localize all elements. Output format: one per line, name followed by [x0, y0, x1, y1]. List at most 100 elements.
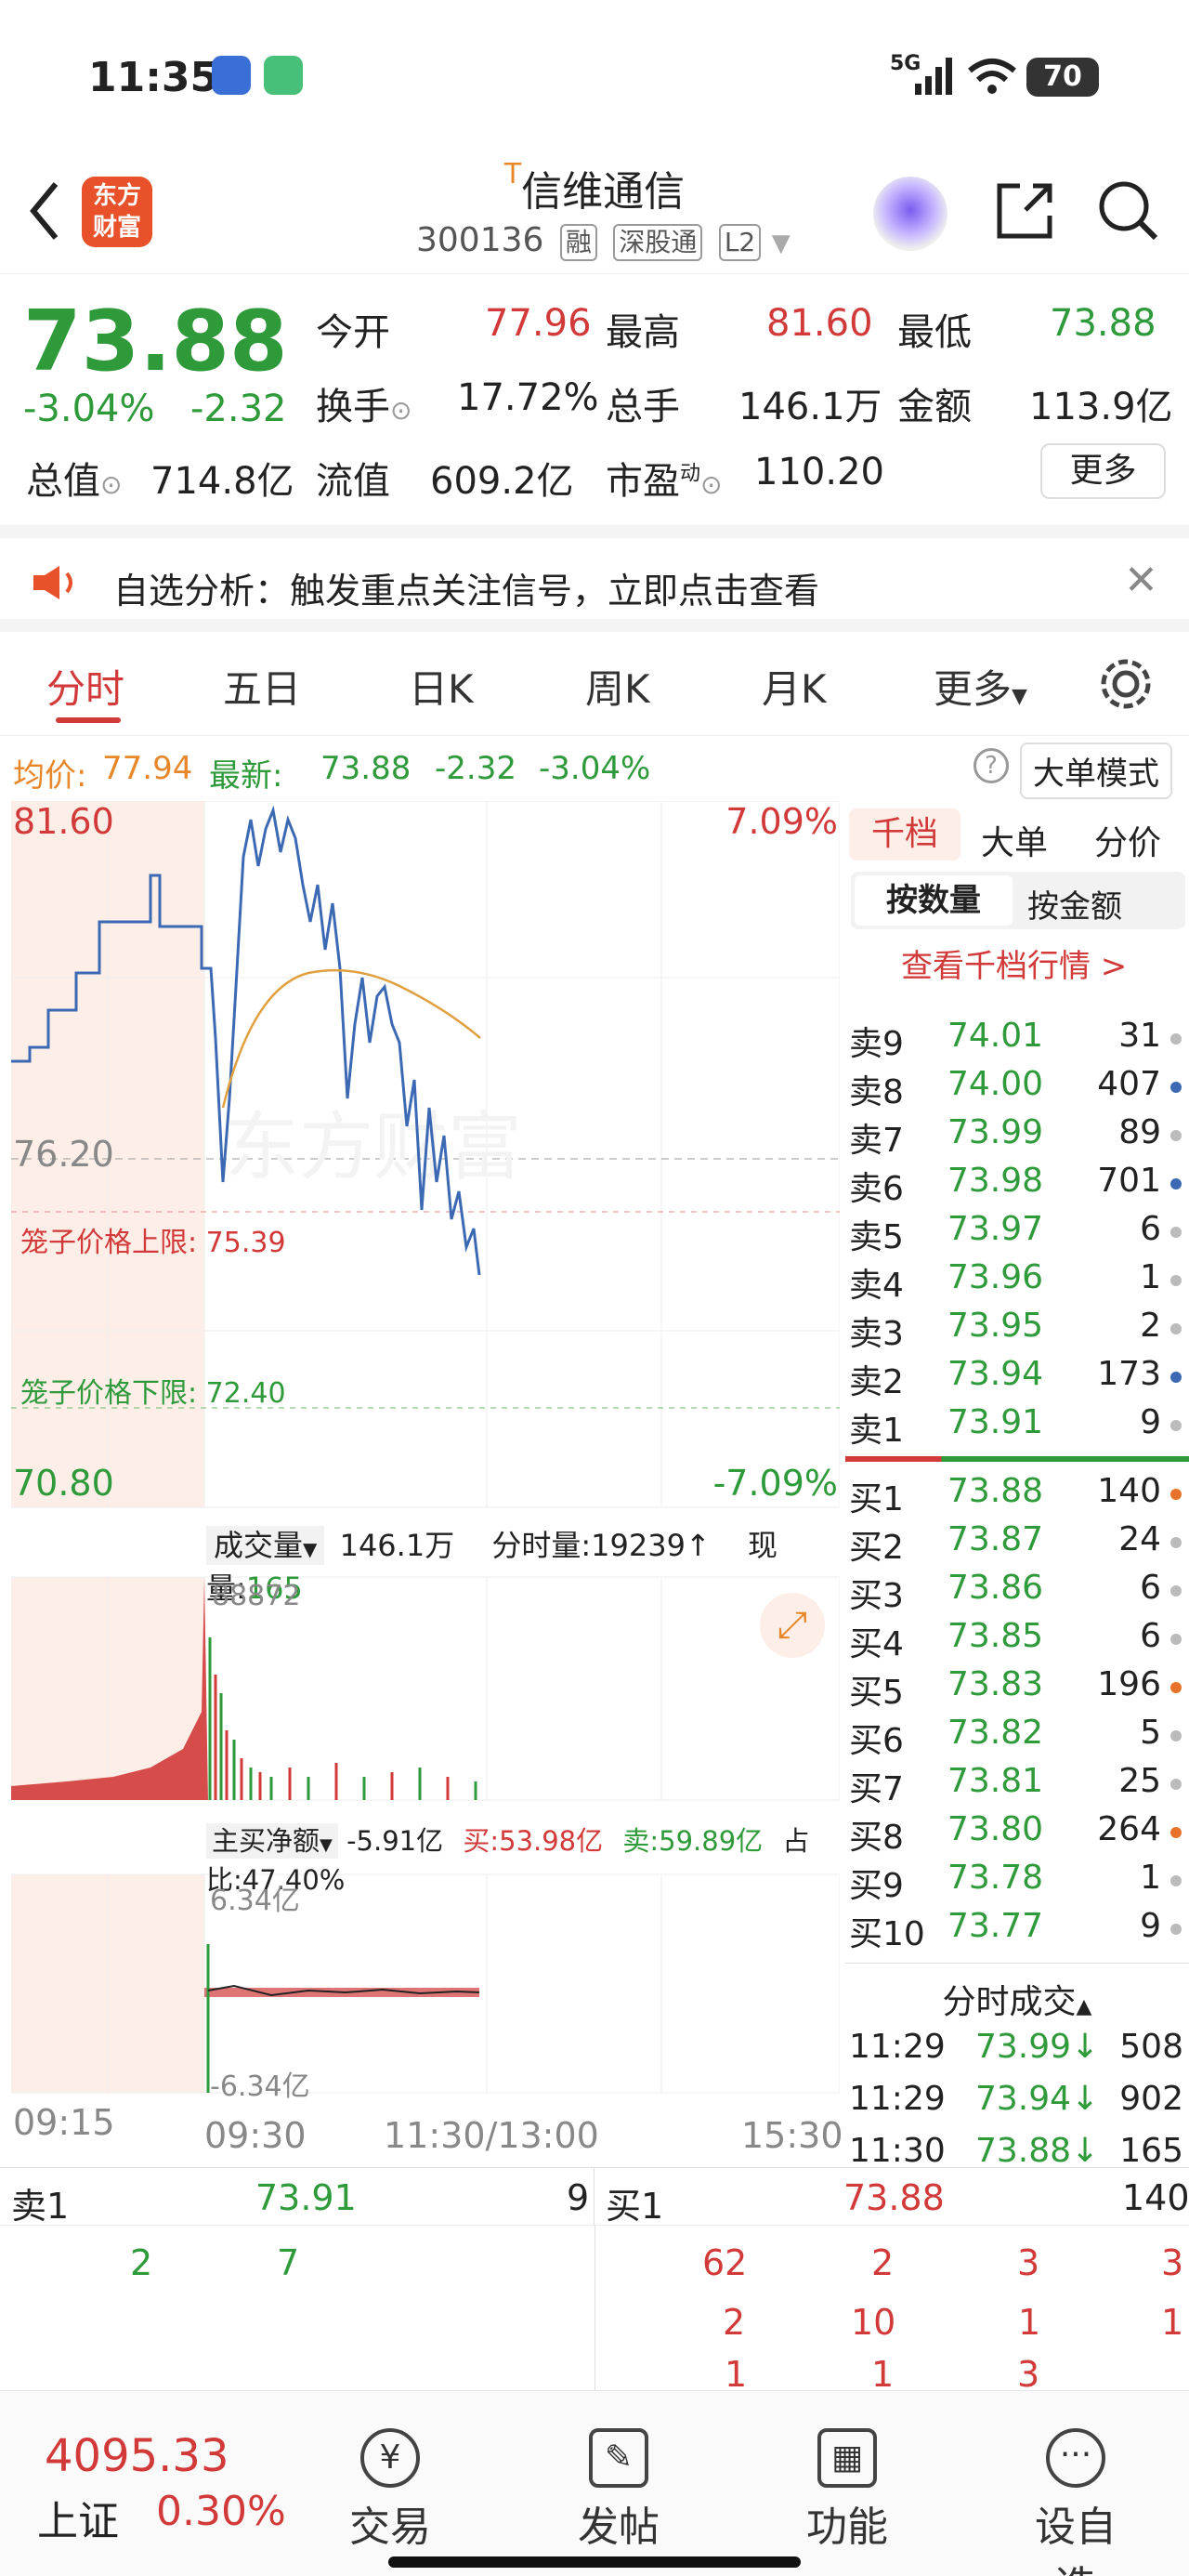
nav-add-watchlist-label: 设自选 [1035, 2504, 1117, 2576]
index-value[interactable]: 4095.33 [45, 2430, 229, 2482]
grid-icon: ▦ [817, 2428, 877, 2488]
nav-functions-label: 功能 [806, 2504, 888, 2551]
index-pct[interactable]: 0.30% [156, 2488, 286, 2535]
side-tabs: 千档 大单 分价 [845, 801, 1189, 866]
bid-volume: 1 [1140, 1859, 1161, 1897]
index-name[interactable]: 上证 [37, 2488, 119, 2547]
flow-select[interactable]: 主买净额▼ [206, 1823, 338, 1859]
help-icon[interactable]: ? [973, 748, 1009, 783]
bid-row[interactable]: 买10 73.77 9 [845, 1907, 1189, 1955]
tab-month-k[interactable]: 月K [762, 658, 827, 715]
flow-top: 6.34亿 [210, 1885, 300, 1917]
ask-row[interactable]: 卖7 73.99 89 [845, 1113, 1189, 1162]
bid-label: 买8 [849, 1819, 904, 1857]
ask-row[interactable]: 卖9 74.01 31 [845, 1017, 1189, 1065]
robot-avatar-icon[interactable] [873, 177, 947, 251]
flow-select-label: 主买净额 [212, 1825, 320, 1857]
subtab-by-count[interactable]: 按数量 [855, 875, 1013, 926]
tab-five-day[interactable]: 五日 [223, 658, 301, 715]
nav-functions[interactable]: ▦ 功能 [791, 2428, 903, 2553]
dropdown-icon[interactable]: ▼ [772, 230, 790, 257]
bid-row[interactable]: 买4 73.85 6 [845, 1617, 1189, 1665]
notice-text: 自选分析：触发重点关注信号，立即点击查看 [113, 571, 820, 611]
tag-connect: 深股通 [613, 224, 703, 261]
ask-volume: 31 [1118, 1017, 1161, 1055]
bid-row[interactable]: 买1 73.88 140 [845, 1472, 1189, 1520]
ask-label: 卖7 [849, 1122, 904, 1160]
info-icon[interactable]: ⊙ [700, 469, 722, 500]
bid-row[interactable]: 买3 73.86 6 [845, 1569, 1189, 1617]
bid-label: 买7 [849, 1770, 904, 1808]
ask-volume: 1 [1140, 1258, 1161, 1296]
side-tab-depth[interactable]: 千档 [849, 808, 960, 861]
turnover-label: 换手⊙ [316, 376, 412, 430]
side-tab-price[interactable]: 分价 [1094, 816, 1161, 864]
ask-row[interactable]: 卖6 73.98 701 [845, 1162, 1189, 1210]
notice-banner[interactable]: 自选分析：触发重点关注信号，立即点击查看 ✕ [0, 525, 1189, 632]
ask-row[interactable]: 卖3 73.95 2 [845, 1307, 1189, 1355]
bid-row[interactable]: 买6 73.82 5 [845, 1714, 1189, 1762]
volume-max: 88872 [212, 1580, 301, 1612]
intraday-chart[interactable]: 东方财富 [10, 800, 841, 2113]
bid-row[interactable]: 买5 73.83 196 [845, 1665, 1189, 1714]
tab-more-label: 更多 [934, 666, 1013, 712]
bid-row[interactable]: 买2 73.87 24 [845, 1520, 1189, 1569]
search-icon[interactable] [1096, 178, 1161, 243]
bid-dot-icon [1170, 1730, 1182, 1741]
bid-volume: 140 [1097, 1472, 1161, 1510]
bottom-bid-vol: 140 [1122, 2177, 1189, 2218]
avg-label: 均价: [13, 757, 87, 795]
volume-total: 146.1万 [339, 1528, 455, 1563]
bid-price: 73.77 [947, 1907, 1044, 1945]
gear-icon[interactable] [1098, 656, 1154, 712]
side-tab-big-orders[interactable]: 大单 [981, 816, 1048, 864]
share-icon[interactable] [992, 178, 1057, 243]
ask-row[interactable]: 卖1 73.91 9 [845, 1403, 1189, 1452]
ask-row[interactable]: 卖5 73.97 6 [845, 1210, 1189, 1258]
bid-dot-icon [1170, 1779, 1182, 1790]
tick-price: 73.88↓ [975, 2132, 1100, 2170]
volume-select[interactable]: 成交量▼ [206, 1526, 325, 1565]
tab-day-k[interactable]: 日K [409, 658, 474, 715]
info-icon[interactable]: ⊙ [100, 469, 122, 500]
stock-code: 300136 [416, 221, 544, 259]
bid-queue-item: 2 [871, 2242, 895, 2283]
ticks-title[interactable]: 分时成交▲ [845, 1963, 1189, 2023]
stock-code-row: 300136 融 深股通 L2 ▼ [416, 221, 790, 261]
flow-net: -5.91亿 [346, 1825, 444, 1857]
bid-queue-item: 10 [851, 2302, 896, 2343]
nav-trade[interactable]: ¥ 交易 [334, 2428, 446, 2553]
ask-volume: 2 [1140, 1307, 1161, 1345]
more-button[interactable]: 更多 [1040, 443, 1166, 499]
bid-row[interactable]: 买7 73.81 25 [845, 1762, 1189, 1810]
ask-row[interactable]: 卖4 73.96 1 [845, 1258, 1189, 1307]
nav-add-watchlist[interactable]: ··· 设自选 [1020, 2428, 1131, 2576]
tag-margin: 融 [559, 224, 597, 261]
close-icon[interactable]: ✕ [1124, 557, 1158, 604]
ask-row[interactable]: 卖2 73.94 173 [845, 1355, 1189, 1403]
nav-post[interactable]: ✎ 发帖 [563, 2428, 674, 2553]
ask-queue-item: 2 [130, 2242, 153, 2283]
info-icon[interactable]: ⊙ [390, 395, 412, 426]
bid-row[interactable]: 买8 73.80 264 [845, 1810, 1189, 1859]
big-order-mode-button[interactable]: 大单模式 [1020, 743, 1172, 799]
tick-row: 11:29 73.94↓ 902 [845, 2080, 1189, 2128]
tab-week-k[interactable]: 周K [585, 658, 650, 715]
bid-row[interactable]: 买9 73.78 1 [845, 1859, 1189, 1907]
book-divider [845, 1456, 1189, 1462]
tick-time: 11:30 [849, 2132, 946, 2170]
bid-queue-item: 2 [723, 2302, 746, 2343]
depth-link[interactable]: 查看千档行情 > [901, 940, 1127, 986]
stock-header: 东方 财富 T信维通信 300136 融 深股通 L2 ▼ [0, 158, 1189, 274]
mktcap-label-text: 总值 [26, 460, 100, 503]
tab-more[interactable]: 更多▼ [934, 658, 1027, 715]
bid-queue-item: 1 [1018, 2302, 1041, 2343]
ask-row[interactable]: 卖8 74.00 407 [845, 1065, 1189, 1113]
subtab-by-amount[interactable]: 按金额 [1027, 881, 1122, 927]
bid-queue-item: 62 [702, 2242, 748, 2283]
tab-intraday[interactable]: 分时 [46, 658, 124, 715]
ask-volume: 173 [1097, 1355, 1161, 1393]
ask-label: 卖4 [849, 1267, 904, 1305]
expand-icon[interactable]: ⤢ [760, 1593, 825, 1658]
bottom-bid-row: 买1 73.88 140 [594, 2168, 1189, 2227]
